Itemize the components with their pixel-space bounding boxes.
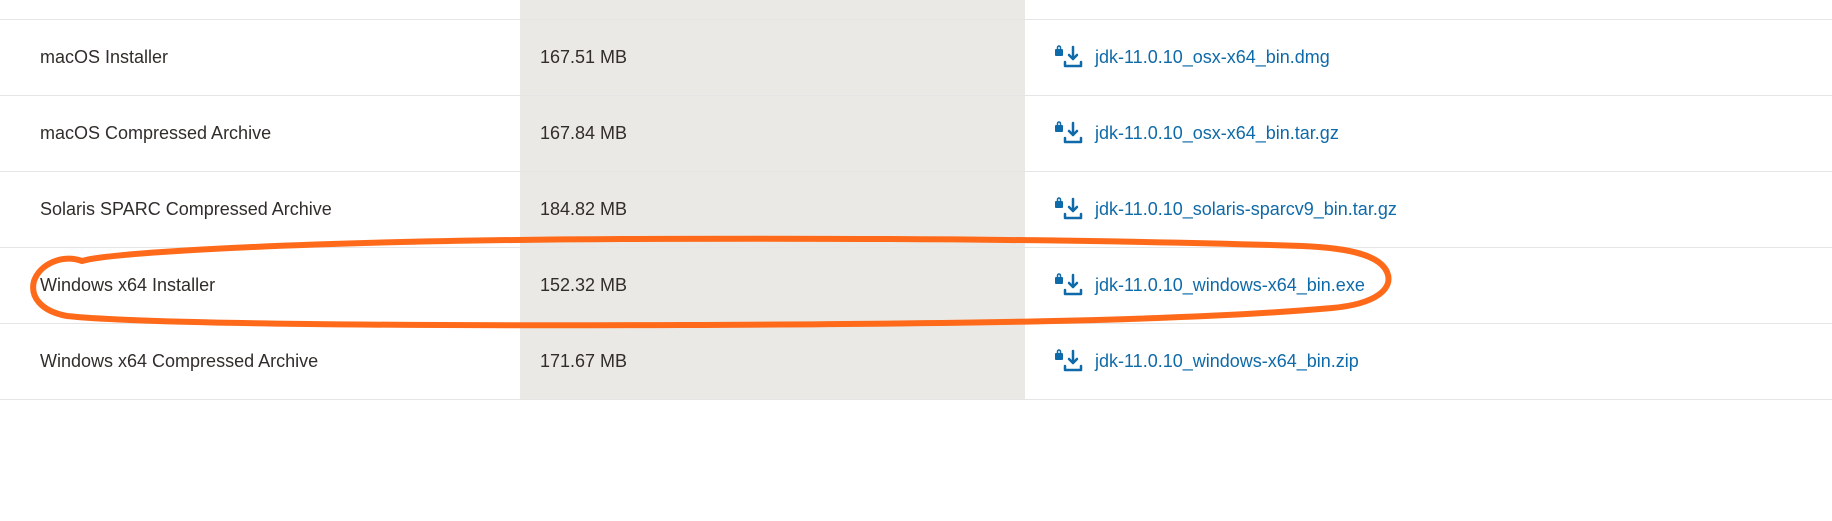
download-size: 167.51 MB [520,20,1025,95]
lock-download-icon [1055,45,1083,71]
header-size [520,0,1025,19]
download-link[interactable]: jdk-11.0.10_windows-x64_bin.zip [1095,351,1359,372]
download-size: 167.84 MB [520,96,1025,171]
download-size: 152.32 MB [520,248,1025,323]
download-link[interactable]: jdk-11.0.10_osx-x64_bin.tar.gz [1095,123,1339,144]
download-cell: jdk-11.0.10_solaris-sparcv9_bin.tar.gz [1025,197,1832,223]
table-row: macOS Compressed Archive 167.84 MB jdk-1… [0,96,1832,172]
downloads-table: macOS Installer 167.51 MB jdk-11.0.10_os… [0,0,1832,400]
download-cell: jdk-11.0.10_osx-x64_bin.dmg [1025,45,1832,71]
lock-download-icon [1055,349,1083,375]
download-description: Windows x64 Compressed Archive [0,351,520,372]
table-row: Windows x64 Installer 152.32 MB jdk-11.0… [0,248,1832,324]
download-size: 171.67 MB [520,324,1025,399]
table-row: Windows x64 Compressed Archive 171.67 MB… [0,324,1832,400]
lock-download-icon [1055,197,1083,223]
table-row: macOS Installer 167.51 MB jdk-11.0.10_os… [0,20,1832,96]
table-row: Solaris SPARC Compressed Archive 184.82 … [0,172,1832,248]
lock-download-icon [1055,121,1083,147]
table-header-row [0,0,1832,20]
download-size: 184.82 MB [520,172,1025,247]
download-cell: jdk-11.0.10_windows-x64_bin.zip [1025,349,1832,375]
download-link[interactable]: jdk-11.0.10_solaris-sparcv9_bin.tar.gz [1095,199,1397,220]
download-cell: jdk-11.0.10_osx-x64_bin.tar.gz [1025,121,1832,147]
download-description: macOS Installer [0,47,520,68]
download-description: Solaris SPARC Compressed Archive [0,199,520,220]
download-cell: jdk-11.0.10_windows-x64_bin.exe [1025,273,1832,299]
download-description: Windows x64 Installer [0,275,520,296]
lock-download-icon [1055,273,1083,299]
download-link[interactable]: jdk-11.0.10_osx-x64_bin.dmg [1095,47,1330,68]
download-link[interactable]: jdk-11.0.10_windows-x64_bin.exe [1095,275,1365,296]
download-description: macOS Compressed Archive [0,123,520,144]
